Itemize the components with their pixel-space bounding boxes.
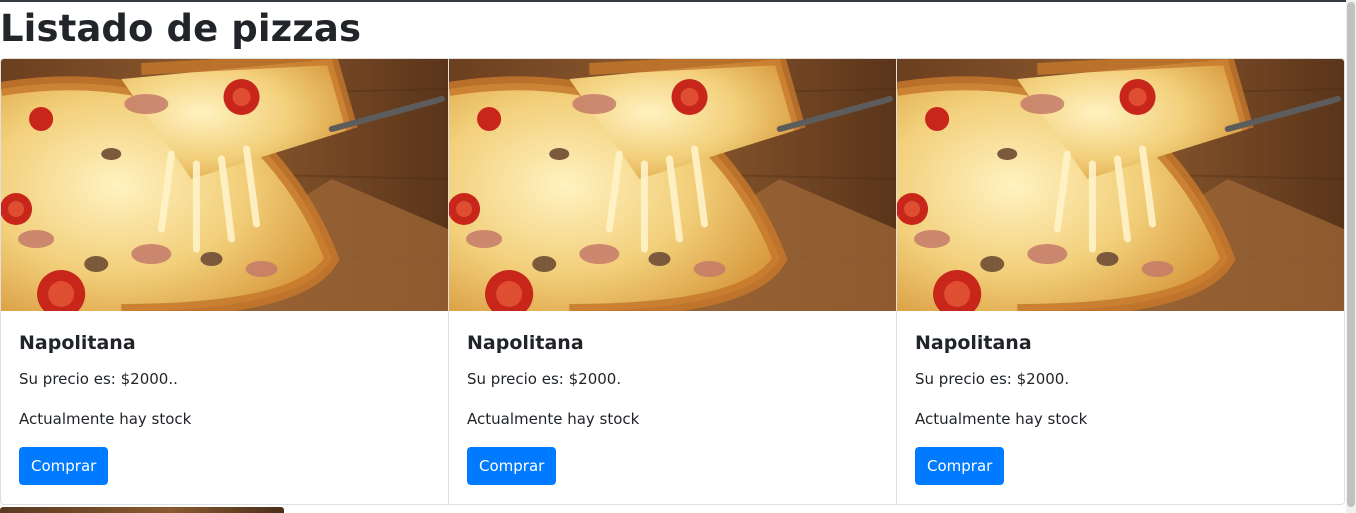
top-border [0, 0, 1346, 2]
pizza-card-group: Napolitana Su precio es: $2000.. Actualm… [0, 58, 1345, 505]
vertical-scrollbar[interactable] [1346, 0, 1356, 513]
pizza-stock: Actualmente hay stock [19, 410, 192, 428]
pizza-name: Napolitana [915, 332, 1032, 354]
pizza-stock: Actualmente hay stock [467, 410, 640, 428]
buy-button[interactable]: Comprar [467, 447, 557, 485]
next-card-image-peek [0, 507, 284, 513]
pizza-card: Napolitana Su precio es: $2000.. Actualm… [1, 59, 449, 504]
pizza-stock: Actualmente hay stock [915, 410, 1088, 428]
pizza-price: Su precio es: $2000. [467, 370, 622, 388]
pizza-name: Napolitana [467, 332, 584, 354]
buy-button[interactable]: Comprar [19, 447, 109, 485]
pizza-image [1, 59, 448, 311]
scrollbar-thumb[interactable] [1347, 2, 1355, 507]
pizza-name: Napolitana [19, 332, 136, 354]
pizza-price: Su precio es: $2000. [915, 370, 1070, 388]
pizza-card: Napolitana Su precio es: $2000. Actualme… [897, 59, 1344, 504]
pizza-price: Su precio es: $2000.. [19, 370, 178, 388]
buy-button[interactable]: Comprar [915, 447, 1005, 485]
pizza-card: Napolitana Su precio es: $2000. Actualme… [449, 59, 897, 504]
page-title: Listado de pizzas [0, 7, 362, 50]
pizza-image [449, 59, 896, 311]
pizza-image [897, 59, 1344, 311]
